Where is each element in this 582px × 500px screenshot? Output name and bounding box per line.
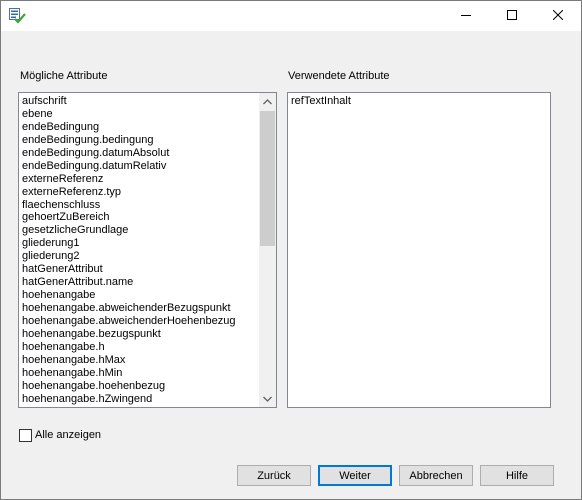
list-item[interactable]: hoehenangabe.hMin: [19, 367, 260, 380]
minimize-icon: [461, 10, 471, 23]
list-item[interactable]: flaechenschluss: [19, 199, 260, 212]
list-item[interactable]: endeBedingung.datumAbsolut: [19, 147, 260, 160]
list-item[interactable]: ebene: [19, 108, 260, 121]
list-item[interactable]: hoehenangabe.bezugspunkt: [19, 328, 260, 341]
list-item[interactable]: hoehenangabe: [19, 289, 260, 302]
list-item[interactable]: hoehenangabe.abweichenderBezugspunkt: [19, 302, 260, 315]
show-all-checkbox[interactable]: [19, 429, 32, 442]
close-icon: [552, 9, 564, 23]
list-check-icon: [9, 8, 26, 24]
title-bar[interactable]: [1, 1, 581, 31]
help-button[interactable]: Hilfe: [480, 465, 554, 486]
cancel-button[interactable]: Abbrechen: [399, 465, 473, 486]
list-item[interactable]: hatGenerAttribut: [19, 263, 260, 276]
scroll-down-button[interactable]: [259, 390, 276, 407]
available-attributes-label: Mögliche Attribute: [20, 70, 108, 82]
list-item[interactable]: hoehenangabe.hMax: [19, 354, 260, 367]
scroll-up-button[interactable]: [259, 93, 276, 110]
list-item[interactable]: hatGenerAttribut.name: [19, 276, 260, 289]
list-item[interactable]: hoehenangabe.h: [19, 341, 260, 354]
list-item[interactable]: gliederung2: [19, 250, 260, 263]
vertical-scrollbar[interactable]: [259, 93, 276, 407]
list-item[interactable]: endeBedingung: [19, 121, 260, 134]
maximize-button[interactable]: [489, 1, 535, 31]
list-item[interactable]: externeReferenz.typ: [19, 186, 260, 199]
show-all-label[interactable]: Alle anzeigen: [35, 429, 101, 441]
back-button[interactable]: Zurück: [237, 465, 311, 486]
close-button[interactable]: [535, 1, 581, 31]
maximize-icon: [507, 9, 517, 23]
chevron-up-icon: [263, 96, 272, 108]
list-item[interactable]: aufschrift: [19, 95, 260, 108]
available-attributes-list[interactable]: aufschrift ebene endeBedingung endeBedin…: [18, 92, 277, 408]
list-item[interactable]: hoehenangabe.hoehenbezug: [19, 380, 260, 393]
used-attributes-label: Verwendete Attribute: [288, 70, 390, 82]
list-item[interactable]: refTextInhalt: [288, 95, 550, 108]
list-item[interactable]: gehoertZuBereich: [19, 211, 260, 224]
list-item[interactable]: gesetzlicheGrundlage: [19, 224, 260, 237]
dialog-window: Mögliche Attribute Verwendete Attribute …: [0, 0, 582, 500]
scrollbar-thumb[interactable]: [260, 111, 275, 246]
list-item[interactable]: externeReferenz: [19, 173, 260, 186]
list-item[interactable]: hoehenangabe.hZwingend: [19, 393, 260, 406]
minimize-button[interactable]: [443, 1, 489, 31]
list-item[interactable]: gliederung1: [19, 237, 260, 250]
chevron-down-icon: [263, 393, 272, 405]
list-item[interactable]: hoehenangabe.abweichenderHoehenbezug: [19, 315, 260, 328]
used-attributes-list[interactable]: refTextInhalt: [287, 92, 551, 408]
next-button[interactable]: Weiter: [318, 465, 392, 486]
list-item[interactable]: endeBedingung.datumRelativ: [19, 160, 260, 173]
list-item[interactable]: endeBedingung.bedingung: [19, 134, 260, 147]
